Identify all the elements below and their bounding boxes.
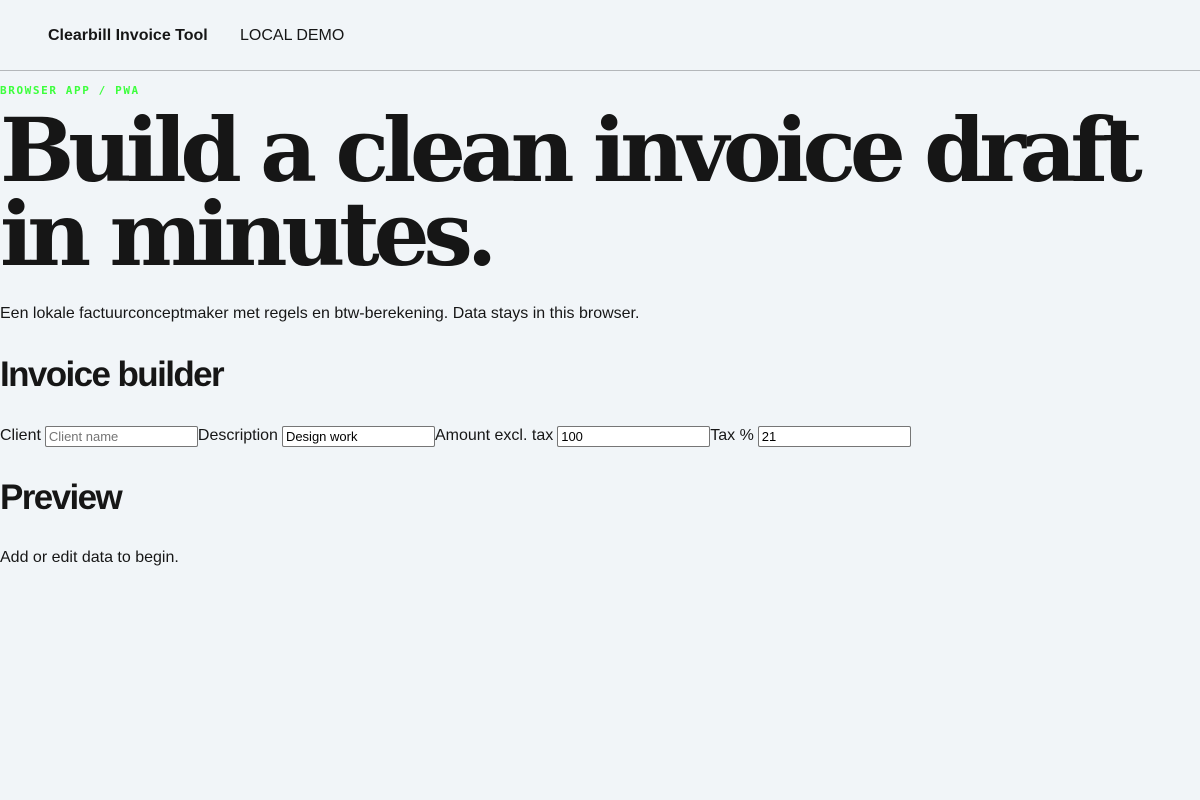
invoice-builder-heading: Invoice builder — [0, 355, 225, 394]
top-bar: Clearbill Invoice Tool LOCAL DEMO — [0, 0, 1200, 71]
mode-label: LOCAL DEMO — [240, 27, 345, 44]
preview-heading: Preview — [0, 478, 123, 517]
tax-label: Tax % — [710, 427, 754, 444]
intro-text: Een lokale factuurconceptmaker met regel… — [0, 305, 640, 322]
hero-title: Build a clean invoice draft in minutes. — [0, 98, 1143, 286]
invoice-form: Client Description Amount excl. tax Tax … — [0, 424, 911, 448]
app-brand[interactable]: Clearbill Invoice Tool — [48, 26, 208, 46]
client-input[interactable] — [44, 425, 198, 447]
preview-empty-message: Add or edit data to begin. — [0, 549, 179, 566]
client-label: Client — [0, 427, 41, 444]
amount-input[interactable] — [557, 425, 711, 447]
amount-label: Amount excl. tax — [434, 427, 554, 444]
description-input[interactable] — [281, 425, 435, 447]
eyebrow-label: BROWSER APP / PWA — [0, 84, 140, 97]
description-label: Description — [197, 427, 278, 444]
tax-input[interactable] — [757, 425, 911, 447]
